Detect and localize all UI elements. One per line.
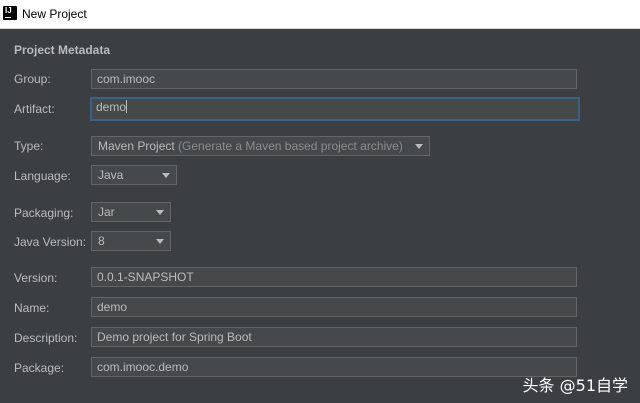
artifact-value: demo <box>96 100 127 114</box>
packaging-label: Packaging: <box>14 206 74 220</box>
description-value: Demo project for Spring Boot <box>97 330 252 344</box>
artifact-field[interactable]: demo <box>90 97 580 121</box>
language-value: Java <box>98 168 124 182</box>
package-field[interactable]: com.imooc.demo <box>91 357 577 377</box>
chevron-down-icon <box>156 239 164 244</box>
description-field[interactable]: Demo project for Spring Boot <box>91 327 577 347</box>
language-label: Language: <box>14 169 71 183</box>
language-dropdown[interactable]: Java <box>91 165 177 185</box>
type-label: Type: <box>14 139 44 153</box>
packaging-value: Jar <box>98 205 115 219</box>
description-label: Description: <box>14 331 78 345</box>
package-label: Package: <box>14 361 65 375</box>
java-version-label: Java Version: <box>14 235 87 249</box>
artifact-label: Artifact: <box>14 102 55 116</box>
group-label: Group: <box>14 72 51 86</box>
group-value: com.imooc <box>97 72 156 86</box>
java-version-dropdown[interactable]: 8 <box>91 231 171 251</box>
watermark: 头条 @51自学 <box>522 376 628 395</box>
name-value: demo <box>97 300 128 314</box>
version-label: Version: <box>14 271 58 285</box>
name-label: Name: <box>14 301 50 315</box>
group-field[interactable]: com.imooc <box>91 69 577 89</box>
type-value: Maven Project <box>98 139 175 153</box>
title-bar: IJ New Project <box>0 0 640 29</box>
chevron-down-icon <box>156 210 164 215</box>
text-caret <box>126 100 128 113</box>
intellij-idea-icon: IJ <box>3 6 17 20</box>
window-title: New Project <box>22 7 87 21</box>
type-hint: (Generate a Maven based project archive) <box>178 139 403 153</box>
version-value: 0.0.1-SNAPSHOT <box>97 270 194 284</box>
version-field[interactable]: 0.0.1-SNAPSHOT <box>91 267 577 287</box>
packaging-dropdown[interactable]: Jar <box>91 202 171 222</box>
name-field[interactable]: demo <box>91 297 577 317</box>
chevron-down-icon <box>162 173 170 178</box>
section-title: Project Metadata <box>14 43 111 57</box>
package-value: com.imooc.demo <box>97 360 189 374</box>
java-version-value: 8 <box>98 234 105 248</box>
chevron-down-icon <box>415 144 423 149</box>
type-dropdown[interactable]: Maven Project (Generate a Maven based pr… <box>91 136 430 156</box>
